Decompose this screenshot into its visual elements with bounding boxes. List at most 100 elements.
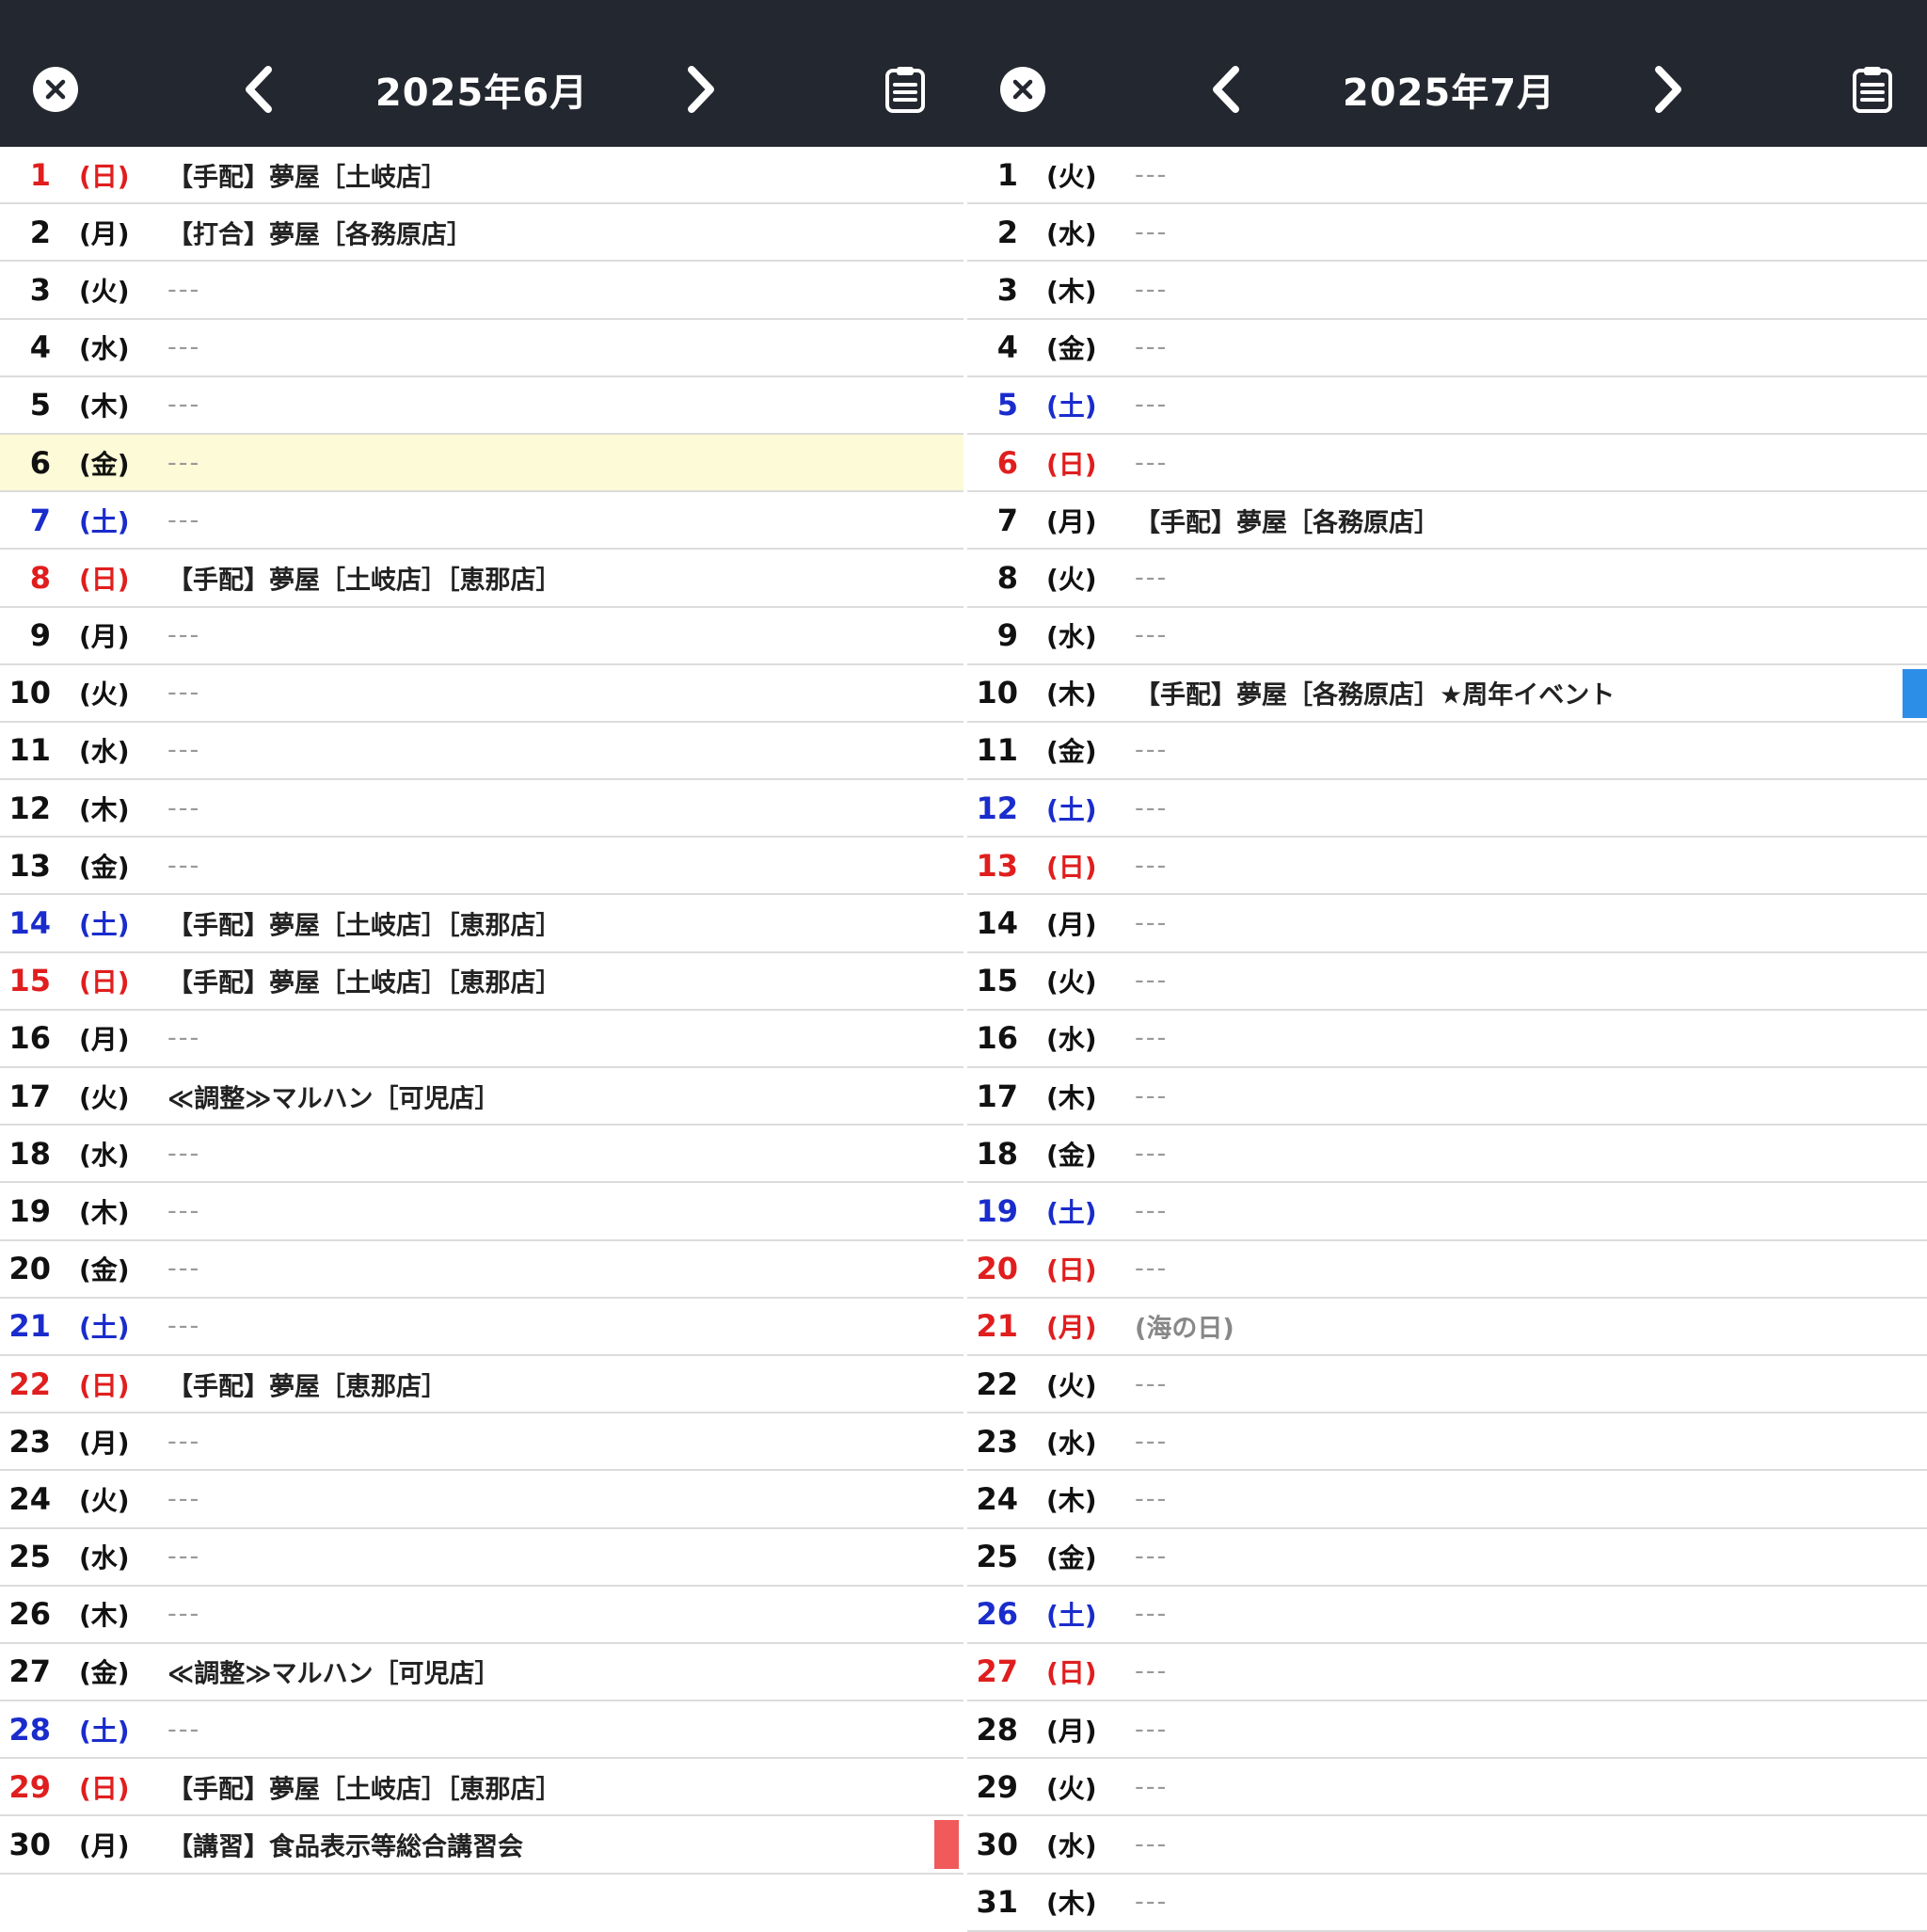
day-row[interactable]: 19 (土) ---: [967, 1183, 1927, 1241]
day-row[interactable]: 2 (水) ---: [967, 204, 1927, 263]
day-row[interactable]: 26 (木) ---: [0, 1587, 964, 1644]
day-row[interactable]: 7 (土) ---: [0, 492, 964, 551]
day-row[interactable]: 22 (日) 【手配】夢屋［恵那店］: [0, 1356, 964, 1414]
day-row[interactable]: 19 (木) ---: [0, 1183, 964, 1241]
day-row[interactable]: 17 (火) ≪調整≫マルハン［可児店］: [0, 1068, 964, 1126]
event-marker: [1903, 668, 1927, 718]
memo-button[interactable]: [884, 65, 926, 114]
day-row[interactable]: 16 (水) ---: [967, 1011, 1927, 1068]
day-row[interactable]: 10 (火) ---: [0, 665, 964, 723]
day-row[interactable]: 14 (月) ---: [967, 895, 1927, 953]
day-row[interactable]: 1 (日) 【手配】夢屋［土岐店］: [0, 147, 964, 205]
day-row[interactable]: 17 (木) ---: [967, 1068, 1927, 1126]
day-row[interactable]: 30 (水) ---: [967, 1816, 1927, 1875]
no-event-placeholder: ---: [1135, 160, 1169, 190]
day-of-week: (木): [79, 1196, 130, 1228]
day-row[interactable]: 4 (金) ---: [967, 320, 1927, 377]
day-number: 28: [8, 1711, 51, 1748]
day-row[interactable]: 31 (木) ---: [967, 1875, 1927, 1932]
day-row[interactable]: 9 (月) ---: [0, 608, 964, 665]
day-row[interactable]: 8 (火) ---: [967, 550, 1927, 608]
day-row[interactable]: 15 (火) ---: [967, 953, 1927, 1011]
day-row[interactable]: 18 (金) ---: [967, 1126, 1927, 1184]
day-number: 17: [8, 1078, 51, 1114]
no-event-placeholder: ---: [167, 1599, 201, 1629]
day-row[interactable]: 21 (土) ---: [0, 1299, 964, 1356]
day-row[interactable]: 22 (火) ---: [967, 1356, 1927, 1414]
day-row[interactable]: 29 (火) ---: [967, 1759, 1927, 1817]
day-row[interactable]: 24 (木) ---: [967, 1471, 1927, 1529]
holiday-label: (海の日): [1135, 1314, 1234, 1344]
day-number: 29: [976, 1768, 1018, 1805]
no-event-placeholder: ---: [1135, 563, 1169, 593]
next-month-button[interactable]: [682, 64, 720, 115]
day-row[interactable]: 10 (木) 【手配】夢屋［各務原店］★周年イベント: [967, 665, 1927, 723]
day-row[interactable]: 21 (月) (海の日): [967, 1299, 1927, 1356]
day-row[interactable]: 28 (月) ---: [967, 1701, 1927, 1760]
day-row[interactable]: 15 (日) 【手配】夢屋［土岐店］［恵那店］: [0, 953, 964, 1011]
day-row[interactable]: 8 (日) 【手配】夢屋［土岐店］［恵那店］: [0, 550, 964, 608]
close-button[interactable]: [999, 66, 1046, 113]
day-row[interactable]: 13 (日) ---: [967, 838, 1927, 896]
day-row[interactable]: 20 (金) ---: [0, 1241, 964, 1299]
day-row[interactable]: 25 (水) ---: [0, 1529, 964, 1587]
memo-button[interactable]: [1852, 65, 1893, 114]
day-row[interactable]: 3 (木) ---: [967, 262, 1927, 320]
day-of-week: (火): [79, 679, 130, 711]
day-row[interactable]: 3 (火) ---: [0, 262, 964, 320]
day-row[interactable]: 27 (日) ---: [967, 1644, 1927, 1702]
day-of-week: (土): [79, 1715, 130, 1747]
day-row[interactable]: 6 (金) ---: [0, 434, 964, 493]
day-row[interactable]: 23 (月) ---: [0, 1413, 964, 1472]
day-row[interactable]: 12 (木) ---: [0, 780, 964, 838]
day-row[interactable]: 13 (金) ---: [0, 838, 964, 896]
day-row[interactable]: 6 (日) ---: [967, 435, 1927, 493]
day-number: 25: [976, 1539, 1018, 1575]
clipboard-icon: [885, 67, 925, 113]
prev-month-button[interactable]: [1207, 64, 1245, 115]
day-row[interactable]: 25 (金) ---: [967, 1529, 1927, 1587]
day-row[interactable]: 1 (火) ---: [967, 147, 1927, 205]
day-row[interactable]: 5 (木) ---: [0, 377, 964, 435]
day-of-week: (土): [79, 505, 130, 537]
day-row[interactable]: 2 (月) 【打合】夢屋［各務原店］: [0, 204, 964, 263]
day-row[interactable]: 12 (土) ---: [967, 780, 1927, 838]
day-row[interactable]: 30 (月) 【講習】食品表示等総合講習会: [0, 1816, 964, 1875]
day-row[interactable]: 18 (水) ---: [0, 1126, 964, 1184]
month-title: 2025年6月: [374, 72, 589, 115]
event-text: 【手配】夢屋［土岐店］［恵那店］: [167, 911, 562, 941]
day-row[interactable]: 28 (土) ---: [0, 1701, 964, 1760]
day-row[interactable]: 5 (土) ---: [967, 377, 1927, 435]
day-row[interactable]: 16 (月) ---: [0, 1011, 964, 1068]
day-row[interactable]: 23 (水) ---: [967, 1413, 1927, 1472]
day-of-week: (水): [1046, 1830, 1097, 1862]
prev-month-button[interactable]: [240, 64, 278, 115]
day-of-week: (火): [1046, 966, 1097, 998]
no-event-placeholder: ---: [167, 678, 201, 708]
day-row[interactable]: 24 (火) ---: [0, 1471, 964, 1529]
day-of-week: (土): [1046, 793, 1097, 825]
day-row[interactable]: 26 (土) ---: [967, 1587, 1927, 1644]
day-row[interactable]: 11 (水) ---: [0, 723, 964, 781]
day-number: 27: [976, 1653, 1018, 1690]
day-number: 22: [8, 1365, 51, 1402]
day-list: 1 (日) 【手配】夢屋［土岐店］ 2 (月) 【打合】夢屋［各務原店］ 3 (火) --- 4 (…: [0, 147, 964, 1875]
day-row[interactable]: 14 (土) 【手配】夢屋［土岐店］［恵那店］: [0, 895, 964, 953]
day-of-week: (金): [79, 851, 130, 883]
day-number: 14: [8, 905, 51, 942]
event-text: 【手配】夢屋［各務原店］: [1135, 508, 1440, 538]
day-row[interactable]: 11 (金) ---: [967, 723, 1927, 781]
day-number: 1: [29, 156, 51, 193]
day-row[interactable]: 27 (金) ≪調整≫マルハン［可児店］: [0, 1644, 964, 1702]
day-number: 30: [8, 1827, 51, 1863]
day-row[interactable]: 29 (日) 【手配】夢屋［土岐店］［恵那店］: [0, 1759, 964, 1817]
day-row[interactable]: 4 (水) ---: [0, 320, 964, 377]
next-month-button[interactable]: [1649, 64, 1687, 115]
day-row[interactable]: 7 (月) 【手配】夢屋［各務原店］: [967, 492, 1927, 551]
day-number: 7: [29, 502, 51, 538]
day-row[interactable]: 9 (水) ---: [967, 608, 1927, 665]
day-row[interactable]: 20 (日) ---: [967, 1241, 1927, 1299]
no-event-placeholder: ---: [167, 1023, 201, 1053]
day-of-week: (月): [1046, 909, 1097, 941]
close-button[interactable]: [32, 66, 79, 113]
